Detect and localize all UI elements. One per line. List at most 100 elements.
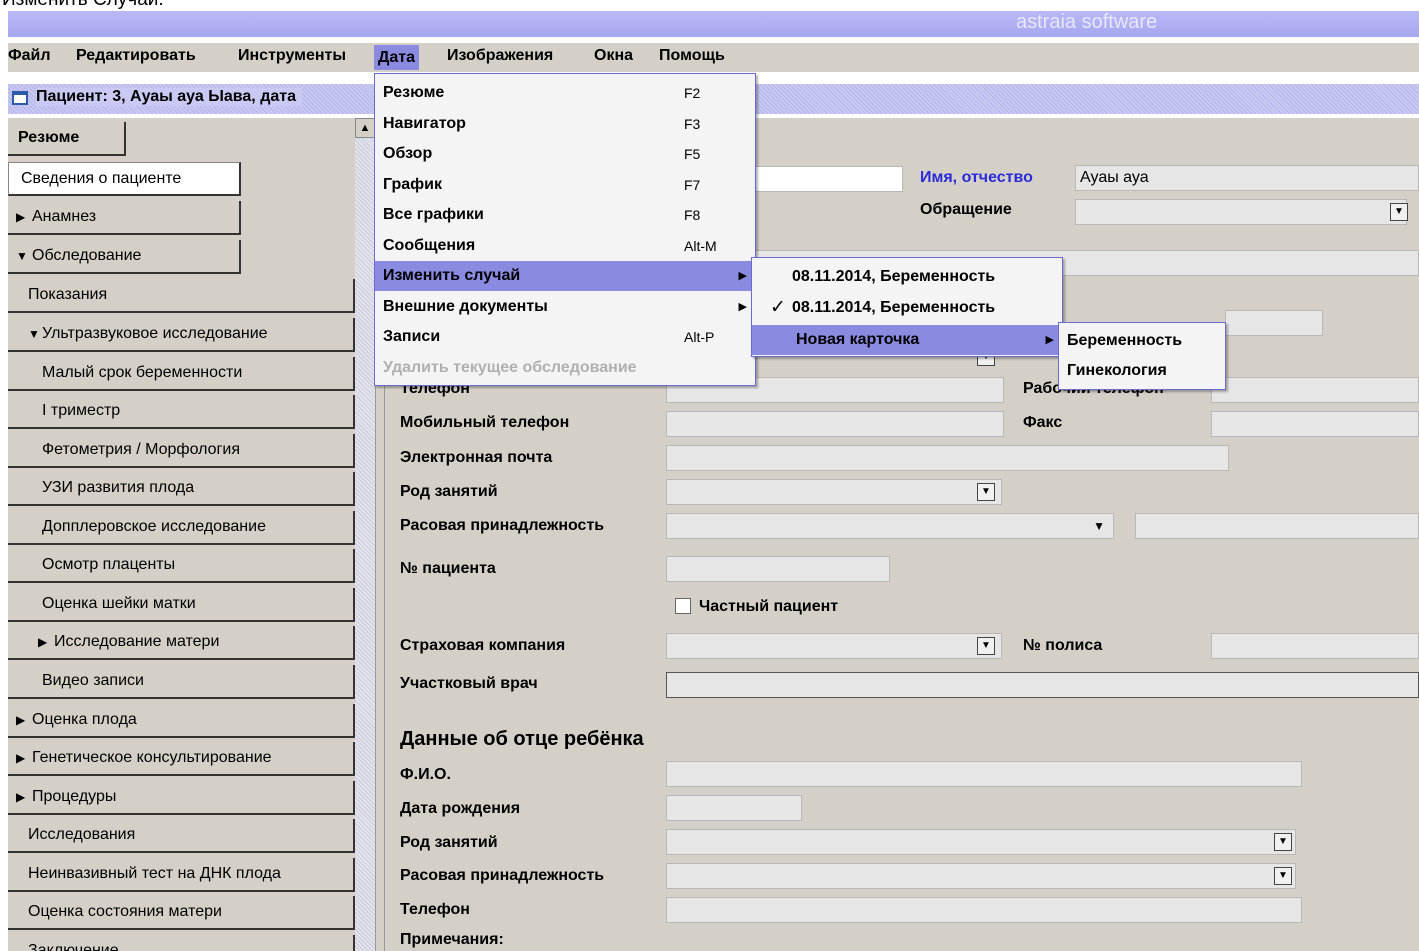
father-dob-field[interactable] [666, 795, 802, 821]
new-card-gynecology[interactable]: Гинекология [1059, 356, 1225, 386]
sidebar-item-studies[interactable]: Исследования [8, 819, 355, 853]
menu-item-messages[interactable]: Сообщения Alt-M [375, 231, 755, 261]
sidebar-item-maternal-exam[interactable]: ▶ Исследование матери [8, 626, 355, 660]
sidebar-item-cervix[interactable]: Оценка шейки матки [8, 588, 355, 622]
menu-item-shortcut: F7 [684, 177, 701, 193]
sidebar-item-doppler[interactable]: Допплеровское исследование [8, 511, 355, 545]
work-phone-field[interactable] [1211, 377, 1419, 403]
menu-file[interactable]: Файл [8, 47, 51, 65]
app-title: astraia software [1016, 11, 1158, 33]
sidebar-item-genetic-counseling[interactable]: ▶ Генетическое консультирование [8, 742, 355, 776]
chevron-down-icon[interactable]: ▼ [1274, 867, 1292, 885]
father-race-select[interactable] [666, 863, 1296, 889]
chevron-down-icon[interactable]: ▼ [1274, 833, 1292, 851]
sidebar-item-label: Анамнез [32, 208, 97, 225]
sidebar-item-label: Заключение [28, 942, 119, 951]
mobile-field[interactable] [666, 411, 1004, 437]
menu-item-records[interactable]: Записи Alt-P [375, 322, 755, 352]
menu-item-external-documents[interactable]: Внешние документы ▶ [375, 292, 755, 322]
sidebar-item-label: Исследование матери [54, 633, 220, 650]
sidebar-item-ultrasound[interactable]: ▼ Ультразвуковое исследование [8, 318, 355, 352]
submenu-arrow-icon: ▶ [738, 270, 747, 282]
sidebar-item-conclusion[interactable]: Заключение [8, 935, 355, 951]
race-other-field[interactable] [1135, 513, 1419, 539]
father-name-field[interactable] [666, 761, 1302, 787]
tab-summary[interactable]: Резюме [8, 122, 126, 156]
case-item-label: 08.11.2014, Беременность [792, 268, 996, 285]
sidebar-item-first-trimester[interactable]: I триместр [8, 395, 355, 429]
father-occupation-label: Род занятий [400, 834, 498, 851]
sidebar-item-placenta[interactable]: Осмотр плаценты [8, 549, 355, 583]
insurance-label: Страховая компания [400, 637, 566, 654]
salutation-select[interactable] [1075, 199, 1407, 225]
new-card-pregnancy[interactable]: Беременность [1059, 326, 1225, 356]
menu-tools[interactable]: Инструменты [238, 47, 346, 65]
surname-field[interactable] [755, 166, 903, 192]
chevron-down-icon[interactable]: ▼ [1390, 203, 1408, 221]
sidebar-item-video[interactable]: Видео записи [8, 665, 355, 699]
sidebar-item-early-pregnancy[interactable]: Малый срок беременности [8, 357, 355, 391]
sidebar-item-fetometry[interactable]: Фетометрия / Морфология [8, 434, 355, 468]
district-doctor-field[interactable] [666, 672, 1419, 698]
name-field[interactable]: Ауаы ауа [1075, 165, 1419, 191]
menu-item-chart[interactable]: График F7 [375, 170, 755, 200]
email-field[interactable] [666, 445, 1229, 471]
menu-item-overview[interactable]: Обзор F5 [375, 139, 755, 169]
chevron-down-icon[interactable]: ▼ [977, 637, 995, 655]
menu-help[interactable]: Помощь [659, 47, 725, 65]
sidebar-item-fetal-assessment[interactable]: ▶ Оценка плода [8, 704, 355, 738]
father-phone-label: Телефон [400, 901, 470, 918]
menu-item-summary[interactable]: Резюме F2 [375, 78, 755, 108]
sidebar-item-anamnesis[interactable]: ▶ Анамнез [8, 201, 241, 235]
sidebar-item-nipt[interactable]: Неинвазивный тест на ДНК плода [8, 858, 355, 892]
patient-number-label: № пациента [400, 560, 496, 577]
scroll-up-icon[interactable]: ▲ [355, 118, 375, 138]
father-dob-label: Дата рождения [400, 800, 521, 817]
father-section-header: Данные об отце ребёнка [400, 728, 644, 750]
case-item-new-card[interactable]: Новая карточка ▶ [752, 325, 1062, 355]
sidebar-item-indications[interactable]: Показания [8, 279, 355, 313]
sidebar-scrollbar[interactable]: ▲ [355, 118, 375, 951]
menu-item-all-charts[interactable]: Все графики F8 [375, 200, 755, 230]
sidebar-item-label: Обследование [32, 247, 142, 264]
policy-number-field[interactable] [1211, 633, 1419, 659]
private-patient-checkbox[interactable] [675, 598, 691, 614]
menu-item-label: Резюме [383, 84, 445, 101]
sidebar-item-label: Оценка шейки матки [42, 595, 196, 612]
expand-arrow-icon: ▶ [16, 790, 26, 804]
sidebar: Резюме Сведения о пациенте ▶ Анамнез ▼ Обс… [8, 118, 355, 951]
sidebar-item-examination[interactable]: ▼ Обследование [8, 240, 241, 274]
patient-number-field[interactable] [666, 556, 890, 582]
father-occupation-select[interactable] [666, 829, 1296, 855]
menu-data[interactable]: Дата [374, 45, 420, 70]
occupation-label: Род занятий [400, 483, 498, 500]
new-card-item-label: Беременность [1067, 332, 1183, 349]
menu-item-label: График [383, 176, 442, 193]
race-select[interactable]: ▼ [666, 513, 1114, 539]
mobile-label: Мобильный телефон [400, 414, 570, 431]
menu-windows[interactable]: Окна [594, 47, 633, 65]
menu-item-navigator[interactable]: Навигатор F3 [375, 109, 755, 139]
occupation-select[interactable] [666, 479, 1002, 505]
insurance-select[interactable] [666, 633, 1002, 659]
menu-item-delete-exam: Удалить текущее обследование [375, 353, 755, 383]
misc-field[interactable] [1225, 310, 1323, 336]
sidebar-item-procedures[interactable]: ▶ Процедуры [8, 781, 355, 815]
chevron-down-icon[interactable]: ▼ [977, 483, 995, 501]
sidebar-item-maternal-condition[interactable]: Оценка состояния матери [8, 896, 355, 930]
window-icon [12, 91, 28, 105]
father-phone-field[interactable] [666, 897, 1302, 923]
menu-images[interactable]: Изображения [447, 47, 553, 65]
collapse-arrow-icon: ▼ [28, 327, 40, 341]
case-item-2[interactable]: ✓ 08.11.2014, Беременность [752, 293, 1062, 323]
menu-edit[interactable]: Редактировать [76, 47, 196, 65]
menu-item-change-case[interactable]: Изменить случай ▶ [375, 261, 755, 291]
fax-field[interactable] [1211, 411, 1419, 437]
sidebar-item-label: Малый срок беременности [42, 364, 243, 381]
case-item-1[interactable]: 08.11.2014, Беременность [752, 262, 1062, 292]
window-caption: Изменить Случай. [2, 0, 164, 11]
sidebar-item-patient-info[interactable]: Сведения о пациенте [8, 162, 241, 196]
menu-item-label: Изменить случай [383, 267, 521, 284]
sidebar-item-fetal-development[interactable]: УЗИ развития плода [8, 472, 355, 506]
change-case-submenu: 08.11.2014, Беременность ✓ 08.11.2014, Бе… [751, 257, 1063, 357]
